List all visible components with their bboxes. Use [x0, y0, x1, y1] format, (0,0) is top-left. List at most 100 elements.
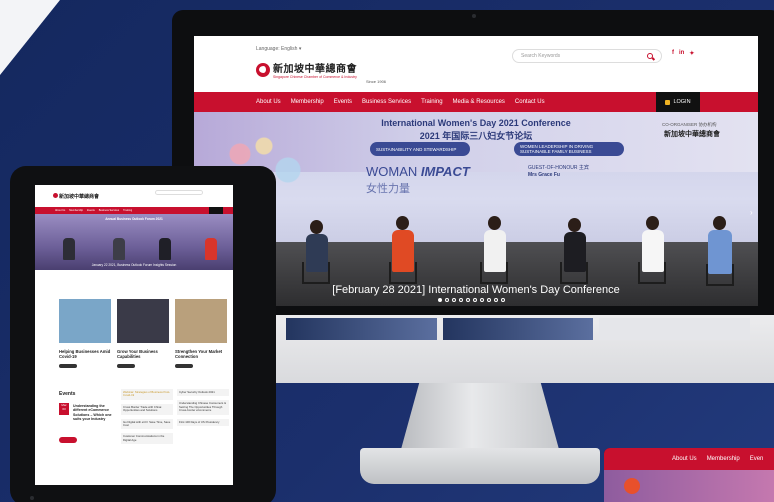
lock-icon [665, 99, 671, 105]
hero-carousel[interactable]: International Women's Day 2021 Conferenc… [194, 112, 758, 306]
chair-2 [389, 262, 417, 284]
event-item[interactable]: Go Digital with eCO: Save Time, Save Cos… [123, 420, 171, 428]
hero-badge-leadership: WOMEN LEADERSHIP IN DRIVING SUSTAINABLE … [514, 142, 624, 156]
nav-business-services[interactable]: Business Services [362, 99, 411, 105]
carousel-dot[interactable] [438, 298, 442, 302]
feature-card-image [59, 299, 111, 343]
chevron-right-icon[interactable]: › [750, 208, 753, 217]
carousel-dot[interactable] [452, 298, 456, 302]
read-more-button[interactable] [117, 364, 135, 368]
partial-nav-about[interactable]: About Us [672, 456, 697, 462]
tablet-nav: About Us Membership Events Business Serv… [35, 207, 233, 214]
panelist-4-head [568, 218, 581, 232]
since-label: Since 1906 [366, 79, 387, 84]
read-more-button[interactable] [59, 364, 77, 368]
below-fold-preview [286, 318, 751, 340]
social-links: f in ✦ [672, 50, 694, 57]
hero-badge-sustainability: SUSTAINABILITY AND STEWARDSHIP [370, 142, 470, 156]
partial-nav: About Us Membership Even [604, 448, 774, 470]
event-item[interactable]: Customer Communications in the Digital A… [123, 435, 171, 442]
carousel-dot[interactable] [480, 298, 484, 302]
co-organiser-label: CO-ORGANISER 协办机构 [662, 122, 717, 127]
tablet-search-input[interactable] [155, 190, 203, 195]
tablet-hero-title: Annual Business Outlook Forum 2021 [105, 217, 163, 221]
view-all-events-button[interactable] [59, 437, 77, 443]
nav-events[interactable]: Events [334, 99, 352, 105]
carousel-dots [438, 298, 505, 302]
event-item[interactable]: First 100 Days of US Presidency [179, 420, 227, 424]
main-nav: About Us Membership Events Business Serv… [194, 92, 758, 112]
tablet-nav-events[interactable]: Events [87, 209, 95, 212]
search-icon[interactable] [647, 53, 653, 59]
partial-screen: About Us Membership Even [604, 448, 774, 502]
partial-nav-events[interactable]: Even [750, 456, 764, 462]
language-selector[interactable]: Language: English ▾ [256, 46, 301, 52]
logo-english-name: Singapore Chinese Chamber of Commerce & … [273, 75, 357, 79]
carousel-dot[interactable] [487, 298, 491, 302]
event-item[interactable]: Cross Border Trade with China: Opportuni… [123, 405, 171, 413]
feature-card-title: Strengthen Your Market Connection [175, 349, 223, 359]
tablet-login-button[interactable] [209, 207, 223, 214]
tablet-website: 新加坡中華總商會 About Us Membership Events Busi… [35, 185, 233, 485]
logo-chinese-name: 新加坡中華總商會 [273, 64, 357, 75]
tablet-speaker-1 [63, 238, 75, 260]
tablet-logo[interactable]: 新加坡中華總商會 [59, 193, 99, 200]
preview-tile-1 [286, 318, 437, 340]
carousel-dot[interactable] [466, 298, 470, 302]
linkedin-icon[interactable]: in [679, 50, 684, 57]
nav-training[interactable]: Training [421, 99, 442, 105]
panelist-5-head [646, 216, 659, 230]
tablet-nav-training[interactable]: Training [123, 209, 132, 212]
tablet-speaker-4 [205, 238, 217, 260]
search-input[interactable]: Search Keywords [512, 49, 662, 63]
event-title[interactable]: Understanding the different eCommerce So… [73, 404, 119, 422]
monitor-stand-base [360, 448, 600, 484]
feature-card-title: Helping Businesses Amid Covid-19 [59, 349, 111, 359]
feature-card-image [117, 299, 169, 343]
panelist-3-head [488, 216, 501, 230]
nav-about-us[interactable]: About Us [256, 99, 281, 105]
tablet-hero[interactable]: Annual Business Outlook Forum 2021 Janua… [35, 214, 233, 270]
chair-4 [560, 262, 588, 284]
wechat-icon[interactable]: ✦ [689, 50, 694, 57]
stage-floor [194, 242, 758, 306]
chair-1 [302, 262, 330, 284]
facebook-icon[interactable]: f [672, 50, 674, 57]
chair-5 [638, 262, 666, 284]
co-organiser-logo: 新加坡中華總商會 [664, 129, 720, 138]
hero-caption: [February 28 2021] International Women's… [332, 284, 620, 296]
nav-contact-us[interactable]: Contact Us [515, 99, 545, 105]
panelist-1-head [310, 220, 323, 234]
event-column-2: Cyber Security Outlook 2021 Understandin… [177, 389, 229, 430]
tablet-speaker-3 [159, 238, 171, 260]
carousel-dot[interactable] [494, 298, 498, 302]
nav-membership[interactable]: Membership [291, 99, 324, 105]
chair-3 [480, 262, 508, 284]
guest-label: GUEST-OF-HONOUR 主宾 [528, 165, 589, 171]
event-column-1: Webinar: Strategies of Business Post-Cov… [121, 389, 173, 448]
read-more-button[interactable] [175, 364, 193, 368]
carousel-dot[interactable] [473, 298, 477, 302]
preview-tile-2 [442, 318, 594, 340]
tablet-nav-about[interactable]: About Us [55, 209, 65, 212]
event-item[interactable]: Cyber Security Outlook 2021 [179, 390, 227, 394]
tablet-feature-cards: Helping Businesses Amid Covid-19 Grow Yo… [59, 299, 227, 368]
nav-media-resources[interactable]: Media & Resources [453, 99, 505, 105]
tablet-nav-business[interactable]: Business Services [99, 209, 119, 212]
feature-card-capabilities[interactable]: Grow Your Business Capabilities [117, 299, 169, 368]
feature-card-covid[interactable]: Helping Businesses Amid Covid-19 [59, 299, 111, 368]
partial-nav-membership[interactable]: Membership [707, 456, 740, 462]
carousel-dot[interactable] [501, 298, 505, 302]
event-item[interactable]: Understanding Chinese Consumers & Seizin… [179, 402, 227, 412]
site-logo[interactable]: 新加坡中華總商會 Singapore Chinese Chamber of Co… [256, 60, 357, 79]
desktop-website: Language: English ▾ 新加坡中華總商會 Singapore C… [194, 36, 758, 306]
tablet-camera-icon [30, 496, 34, 500]
tablet-nav-membership[interactable]: Membership [69, 209, 83, 212]
login-button[interactable]: LOGIN [656, 92, 700, 112]
event-highlight[interactable]: Webinar: Strategies of Business Post-Cov… [123, 390, 171, 398]
carousel-dot[interactable] [445, 298, 449, 302]
carousel-dot[interactable] [459, 298, 463, 302]
feature-card-title: Grow Your Business Capabilities [117, 349, 158, 359]
panelist-2-head [396, 216, 409, 230]
feature-card-market[interactable]: Strengthen Your Market Connection [175, 299, 227, 368]
